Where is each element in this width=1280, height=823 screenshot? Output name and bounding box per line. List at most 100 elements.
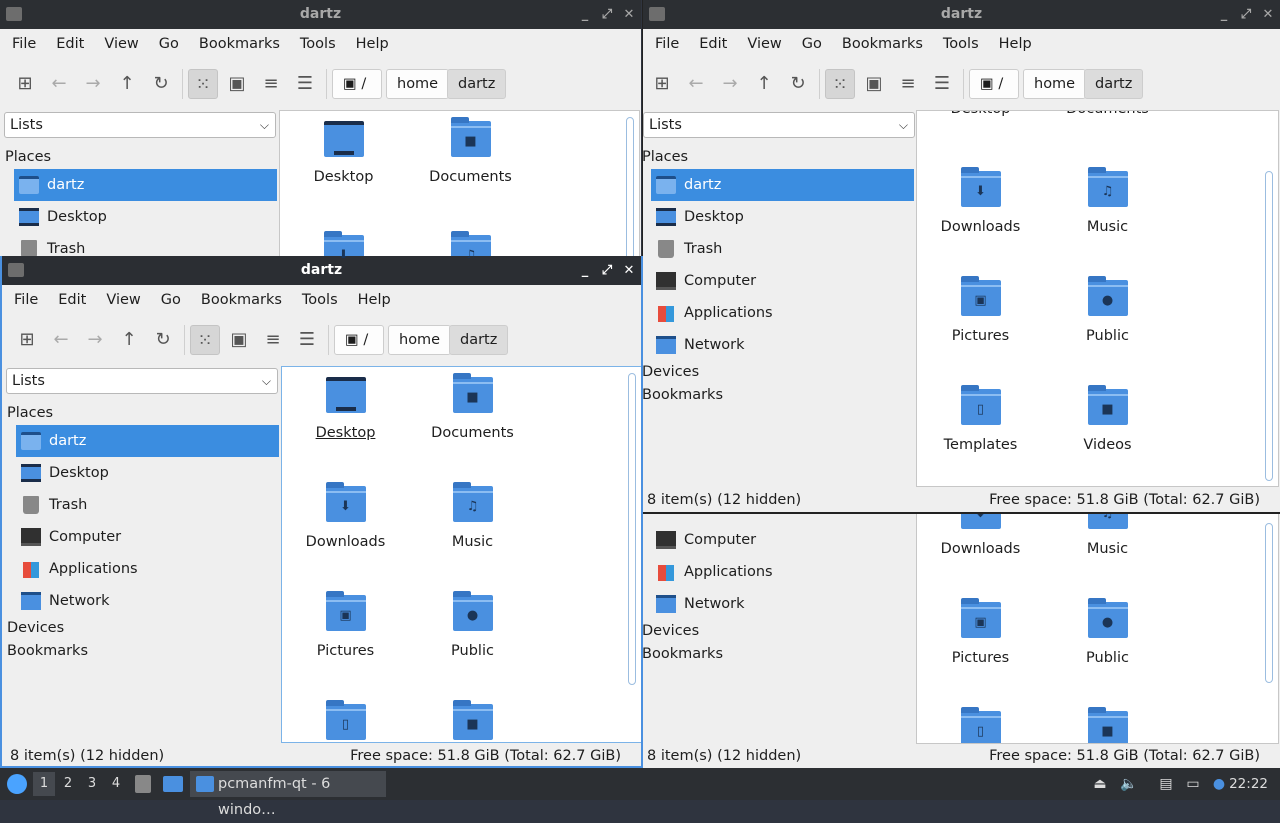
menu-tools[interactable]: Tools (933, 29, 989, 59)
file-item-desktop[interactable]: Desktop (917, 111, 1044, 119)
file-item-downloads[interactable]: ⬇ Downloads (917, 167, 1044, 237)
close-icon[interactable]: ✕ (623, 0, 635, 29)
sidebar-item-network[interactable]: Network (651, 588, 914, 620)
breadcrumb-home[interactable]: home (386, 69, 450, 99)
icon-view-icon[interactable]: ⁙ (188, 69, 218, 99)
file-view[interactable]: ⬇ Downloads ♫ Music ▣ Pictures ● Public ▯ ■ (916, 514, 1279, 744)
reload-icon[interactable]: ↻ (148, 325, 178, 355)
close-icon[interactable]: ✕ (1262, 0, 1274, 29)
menu-bookmarks[interactable]: Bookmarks (832, 29, 933, 59)
detailed-list-icon[interactable]: ☰ (290, 69, 320, 99)
show-desktop-icon[interactable] (163, 776, 183, 792)
side-pane-mode-select[interactable]: Lists ⌵ (4, 112, 276, 138)
breadcrumb-root[interactable]: ▣ / (332, 69, 382, 99)
menu-view[interactable]: View (94, 29, 148, 59)
menu-tools[interactable]: Tools (290, 29, 346, 59)
new-tab-icon[interactable]: ⊞ (10, 69, 40, 99)
menu-view[interactable]: View (96, 285, 150, 315)
sidebar-item-desktop[interactable]: Desktop (16, 457, 279, 489)
file-item-videos[interactable]: ■ Videos (1044, 385, 1171, 455)
file-item-downloads[interactable]: ⬇ Downloads (917, 514, 1044, 559)
workspace-2[interactable]: 2 (57, 772, 79, 796)
clipboard-icon[interactable]: ▤ (1157, 774, 1175, 794)
maximize-icon[interactable]: ⤢ (601, 256, 613, 285)
title-bar[interactable]: dartz _ ⤢ ✕ (0, 0, 641, 29)
file-item-downloads[interactable]: ⬇ (280, 231, 407, 258)
sidebar-item-computer[interactable]: Computer (651, 524, 914, 556)
back-icon[interactable]: ← (681, 69, 711, 99)
reload-icon[interactable]: ↻ (146, 69, 176, 99)
compact-view-icon[interactable]: ≡ (893, 69, 923, 99)
file-item-documents[interactable]: ■ Documents (409, 373, 536, 443)
menu-bookmarks[interactable]: Bookmarks (191, 285, 292, 315)
reload-icon[interactable]: ↻ (783, 69, 813, 99)
scrollbar[interactable] (1265, 171, 1273, 481)
sidebar-item-applications[interactable]: Applications (651, 297, 914, 329)
scrollbar[interactable] (626, 117, 634, 258)
menu-help[interactable]: Help (348, 285, 401, 315)
forward-icon[interactable]: → (715, 69, 745, 99)
up-icon[interactable]: ↑ (112, 69, 142, 99)
file-item-templates[interactable]: ▯ (917, 707, 1044, 743)
side-pane-mode-select[interactable]: Lists ⌵ (643, 112, 915, 138)
sidebar-item-dartz[interactable]: dartz (16, 425, 279, 457)
menu-go[interactable]: Go (792, 29, 832, 59)
menu-view[interactable]: View (737, 29, 791, 59)
new-tab-icon[interactable]: ⊞ (12, 325, 42, 355)
file-item-templates[interactable]: ▯ Templates (917, 385, 1044, 455)
workspace-3[interactable]: 3 (81, 772, 103, 796)
title-bar[interactable]: dartz _ ⤢ ✕ (2, 256, 641, 285)
file-item-public[interactable]: ● Public (1044, 598, 1171, 668)
file-item-music[interactable]: ♫ Music (1044, 167, 1171, 237)
minimize-icon[interactable]: _ (579, 0, 591, 29)
sidebar-item-computer[interactable]: Computer (651, 265, 914, 297)
close-icon[interactable]: ✕ (623, 256, 635, 285)
taskbar-task-pcmanfm[interactable]: pcmanfm-qt - 6 windo… (190, 771, 386, 818)
maximize-icon[interactable]: ⤢ (1240, 0, 1252, 29)
compact-view-icon[interactable]: ≡ (258, 325, 288, 355)
detailed-list-icon[interactable]: ☰ (927, 69, 957, 99)
sidebar-item-dartz[interactable]: dartz (14, 169, 277, 201)
file-item-pictures[interactable]: ▣ Pictures (917, 598, 1044, 668)
menu-file[interactable]: File (645, 29, 689, 59)
file-item-desktop[interactable]: Desktop (282, 377, 409, 443)
menu-file[interactable]: File (4, 285, 48, 315)
back-icon[interactable]: ← (46, 325, 76, 355)
breadcrumb-root[interactable]: ▣ / (969, 69, 1019, 99)
minimize-icon[interactable]: _ (1218, 0, 1230, 29)
sidebar-item-desktop[interactable]: Desktop (14, 201, 277, 233)
sidebar-item-applications[interactable]: Applications (651, 556, 914, 588)
file-item-templates[interactable]: ▯ (282, 700, 409, 740)
minimize-icon[interactable]: _ (579, 256, 591, 285)
menu-help[interactable]: Help (989, 29, 1042, 59)
file-item-documents[interactable]: Documents (1044, 111, 1171, 119)
up-icon[interactable]: ↑ (114, 325, 144, 355)
thumbnail-view-icon[interactable]: ▣ (222, 69, 252, 99)
sidebar-item-trash[interactable]: Trash (651, 233, 914, 265)
breadcrumb-home[interactable]: home (1023, 69, 1087, 99)
sidebar-item-network[interactable]: Network (16, 585, 279, 617)
breadcrumb-dartz[interactable]: dartz (447, 69, 507, 99)
file-view[interactable]: Desktop ■ Documents ⬇ Downloads ♫ Music ▣ Pi… (281, 366, 641, 743)
file-item-music[interactable]: ♫ (407, 231, 534, 258)
detailed-list-icon[interactable]: ☰ (292, 325, 322, 355)
back-icon[interactable]: ← (44, 69, 74, 99)
network-tray-icon[interactable]: ▭ (1184, 774, 1202, 794)
file-item-desktop[interactable]: Desktop (280, 121, 407, 187)
sidebar-item-applications[interactable]: Applications (16, 553, 279, 585)
menu-file[interactable]: File (2, 29, 46, 59)
menu-go[interactable]: Go (151, 285, 191, 315)
compact-view-icon[interactable]: ≡ (256, 69, 286, 99)
side-pane-mode-select[interactable]: Lists ⌵ (6, 368, 278, 394)
file-item-pictures[interactable]: ▣ Pictures (917, 276, 1044, 346)
thumbnail-view-icon[interactable]: ▣ (224, 325, 254, 355)
notification-icon[interactable]: ● (1210, 774, 1228, 794)
menu-edit[interactable]: Edit (46, 29, 94, 59)
icon-view-icon[interactable]: ⁙ (825, 69, 855, 99)
scrollbar[interactable] (1265, 523, 1273, 683)
breadcrumb-root[interactable]: ▣ / (334, 325, 384, 355)
breadcrumb-dartz[interactable]: dartz (449, 325, 509, 355)
file-manager-launcher-icon[interactable] (135, 775, 151, 793)
clock[interactable]: 22:22 (1229, 768, 1268, 800)
sidebar-item-network[interactable]: Network (651, 329, 914, 361)
